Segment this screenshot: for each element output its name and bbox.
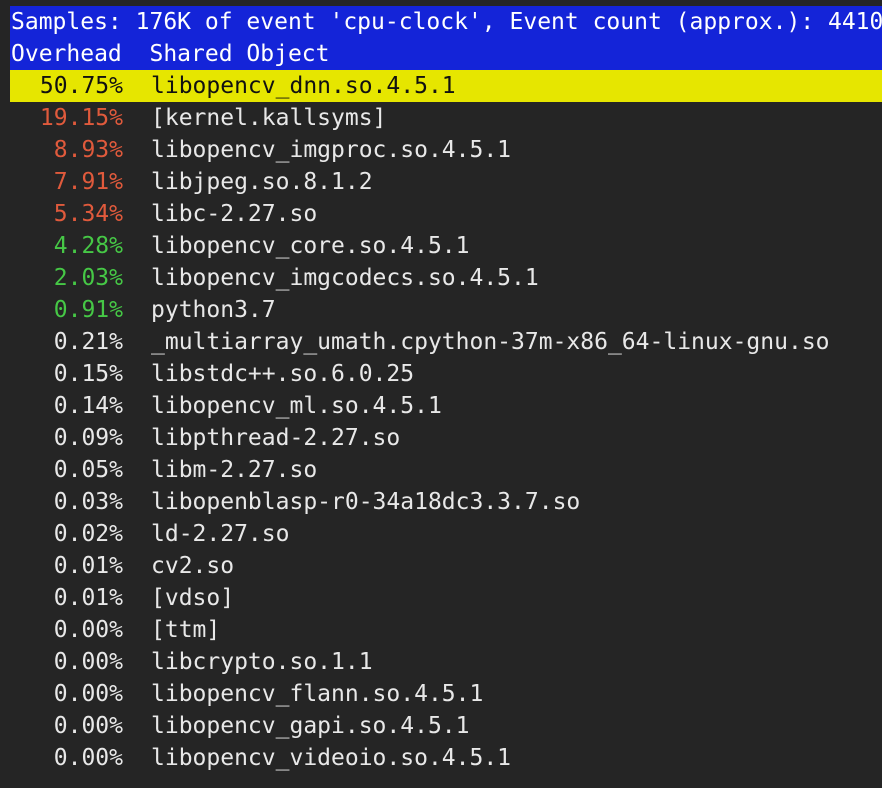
shared-object-name: libopencv_imgproc.so.4.5.1 [151,137,512,163]
shared-object-name: [kernel.kallsyms] [151,105,387,131]
list-row[interactable]: 8.93% libopencv_imgproc.so.4.5.1 [10,134,882,166]
list-row[interactable]: 0.00% libopencv_flann.so.4.5.1 [10,678,882,710]
list-row[interactable]: 0.00% libcrypto.so.1.1 [10,646,882,678]
shared-object-name: libjpeg.so.8.1.2 [151,169,373,195]
list-row[interactable]: 0.00% [ttm] [10,614,882,646]
list-row[interactable]: 0.00% libopencv_gapi.so.4.5.1 [10,710,882,742]
shared-object-name: [vdso] [151,585,235,611]
list-row[interactable]: 0.09% libpthread-2.27.so [10,422,882,454]
shared-object-name: libopencv_core.so.4.5.1 [151,233,470,259]
list-row[interactable]: 0.03% libopenblasp-r0-34a18dc3.3.7.so [10,486,882,518]
shared-object-name: libopencv_imgcodecs.so.4.5.1 [151,265,539,291]
overhead-value: 5.34% [53,201,123,227]
column-headers: Overhead Shared Object [10,38,882,70]
shared-object-name: libopencv_gapi.so.4.5.1 [151,713,470,739]
shared-object-name: libopencv_ml.so.4.5.1 [151,393,442,419]
list-row[interactable]: 7.91% libjpeg.so.8.1.2 [10,166,882,198]
shared-object-name: libcrypto.so.1.1 [151,649,373,675]
shared-object-name: libm-2.27.so [151,457,318,483]
overhead-value: 0.91% [53,297,123,323]
shared-object-name: python3.7 [151,297,276,323]
list-row[interactable]: 0.01% [vdso] [10,582,882,614]
overhead-value: 2.03% [53,265,123,291]
overhead-value: 0.00% [53,617,123,643]
overhead-value: 0.01% [53,553,123,579]
perf-report-terminal: Samples: 176K of event 'cpu-clock', Even… [0,0,882,788]
shared-object-name: libc-2.27.so [151,201,318,227]
overhead-value: 4.28% [53,233,123,259]
list-row[interactable]: 4.28% libopencv_core.so.4.5.1 [10,230,882,262]
list-row[interactable]: 0.15% libstdc++.so.6.0.25 [10,358,882,390]
report-header: Samples: 176K of event 'cpu-clock', Even… [10,6,882,70]
shared-object-name: libpthread-2.27.so [151,425,401,451]
list-row[interactable]: 0.02% ld-2.27.so [10,518,882,550]
shared-object-column-header[interactable]: Shared Object [149,38,329,70]
shared-object-name: libopencv_dnn.so.4.5.1 [151,73,456,99]
overhead-value: 8.93% [53,137,123,163]
overhead-column-header[interactable]: Overhead [11,38,122,70]
list-row[interactable]: 0.91% python3.7 [10,294,882,326]
selected-list-row[interactable]: 50.75% libopencv_dnn.so.4.5.1 [10,70,882,102]
overhead-value: 0.14% [53,393,123,419]
list-row[interactable]: 0.14% libopencv_ml.so.4.5.1 [10,390,882,422]
overhead-value: 0.15% [53,361,123,387]
overhead-value: 0.01% [53,585,123,611]
list-row[interactable]: 0.01% cv2.so [10,550,882,582]
shared-object-name: libopencv_videoio.so.4.5.1 [151,745,512,771]
overhead-value: 0.00% [53,649,123,675]
list-row[interactable]: 5.34% libc-2.27.so [10,198,882,230]
list-row[interactable]: 19.15% [kernel.kallsyms] [10,102,882,134]
overhead-value: 0.02% [53,521,123,547]
overhead-value: 0.09% [53,425,123,451]
shared-object-name: libopenblasp-r0-34a18dc3.3.7.so [151,489,581,515]
overhead-value: 7.91% [53,169,123,195]
shared-object-name: libopencv_flann.so.4.5.1 [151,681,484,707]
overhead-value: 19.15% [39,105,123,131]
shared-object-name: ld-2.27.so [151,521,290,547]
list-row[interactable]: 0.00% libopencv_videoio.so.4.5.1 [10,742,882,774]
overhead-value: 0.00% [53,745,123,771]
samples-summary: Samples: 176K of event 'cpu-clock', Even… [11,9,882,35]
overhead-value: 0.05% [53,457,123,483]
overhead-value: 0.00% [53,681,123,707]
shared-object-list: 50.75% libopencv_dnn.so.4.5.1 19.15% [kerne… [10,70,882,774]
overhead-value: 0.21% [53,329,123,355]
list-row[interactable]: 2.03% libopencv_imgcodecs.so.4.5.1 [10,262,882,294]
overhead-value: 50.75% [39,73,123,99]
overhead-value: 0.00% [53,713,123,739]
list-row[interactable]: 0.05% libm-2.27.so [10,454,882,486]
shared-object-name: libstdc++.so.6.0.25 [151,361,415,387]
overhead-value: 0.03% [53,489,123,515]
list-row[interactable]: 0.21% _multiarray_umath.cpython-37m-x86_6… [10,326,882,358]
shared-object-name: cv2.so [151,553,235,579]
shared-object-name: [ttm] [151,617,221,643]
shared-object-name: _multiarray_umath.cpython-37m-x86_64-lin… [151,329,830,355]
